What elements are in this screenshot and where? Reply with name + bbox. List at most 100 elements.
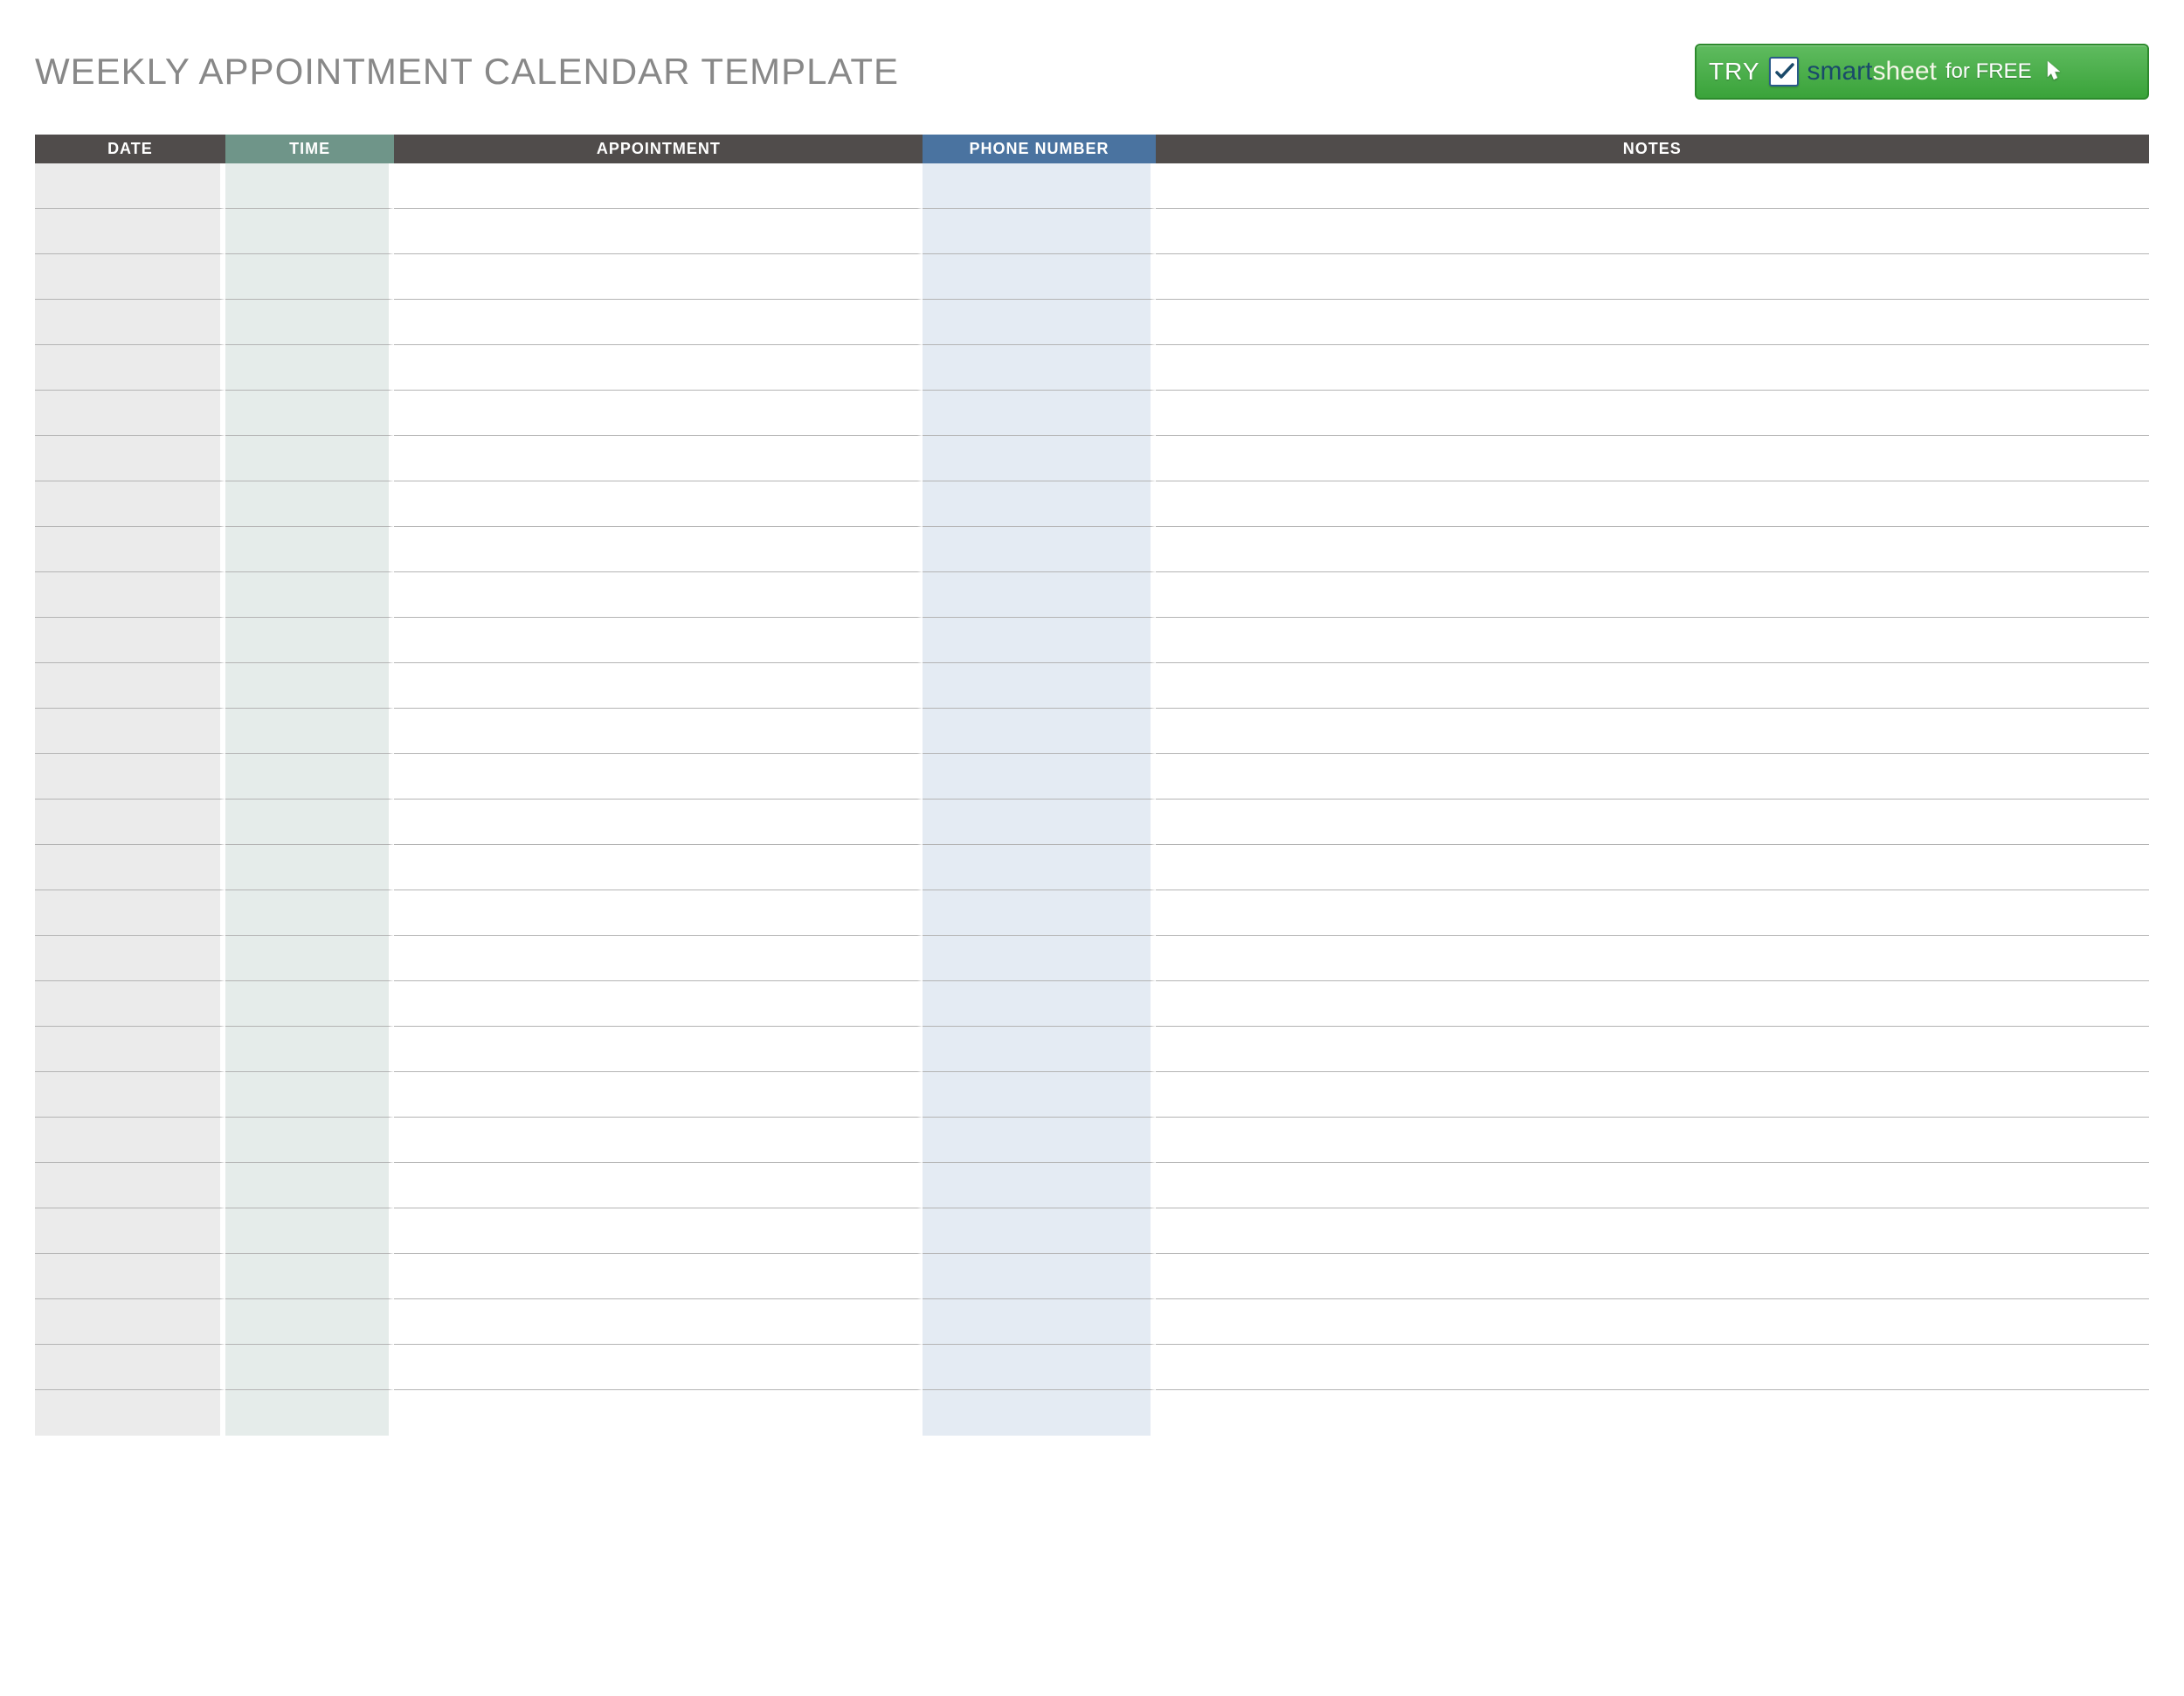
notes-input[interactable] [1163,618,2142,662]
date-input[interactable] [42,709,213,753]
date-input[interactable] [42,391,213,435]
time-input[interactable] [232,209,383,253]
time-input[interactable] [232,481,383,526]
notes-input[interactable] [1163,1345,2142,1389]
appointment-input[interactable] [401,1254,910,1298]
time-input[interactable] [232,527,383,571]
date-input[interactable] [42,618,213,662]
appointment-input[interactable] [401,300,910,344]
appointment-input[interactable] [401,618,910,662]
notes-input[interactable] [1163,1208,2142,1253]
notes-input[interactable] [1163,754,2142,799]
notes-input[interactable] [1163,981,2142,1026]
phone-input[interactable] [930,1345,1143,1389]
notes-input[interactable] [1163,481,2142,526]
phone-input[interactable] [930,1390,1143,1436]
date-input[interactable] [42,663,213,708]
time-input[interactable] [232,391,383,435]
phone-input[interactable] [930,209,1143,253]
notes-input[interactable] [1163,527,2142,571]
date-input[interactable] [42,300,213,344]
phone-input[interactable] [930,163,1143,208]
phone-input[interactable] [930,1072,1143,1117]
notes-input[interactable] [1163,391,2142,435]
phone-input[interactable] [930,890,1143,935]
time-input[interactable] [232,845,383,890]
date-input[interactable] [42,1390,213,1436]
date-input[interactable] [42,1208,213,1253]
appointment-input[interactable] [401,391,910,435]
notes-input[interactable] [1163,436,2142,481]
phone-input[interactable] [930,1027,1143,1071]
phone-input[interactable] [930,1163,1143,1208]
phone-input[interactable] [930,1208,1143,1253]
notes-input[interactable] [1163,1163,2142,1208]
appointment-input[interactable] [401,1027,910,1071]
notes-input[interactable] [1163,1299,2142,1344]
appointment-input[interactable] [401,254,910,299]
appointment-input[interactable] [401,1208,910,1253]
phone-input[interactable] [930,618,1143,662]
time-input[interactable] [232,1299,383,1344]
appointment-input[interactable] [401,1390,910,1436]
appointment-input[interactable] [401,1299,910,1344]
appointment-input[interactable] [401,1118,910,1162]
phone-input[interactable] [930,800,1143,844]
date-input[interactable] [42,981,213,1026]
appointment-input[interactable] [401,1345,910,1389]
notes-input[interactable] [1163,163,2142,208]
time-input[interactable] [232,618,383,662]
time-input[interactable] [232,981,383,1026]
phone-input[interactable] [930,572,1143,617]
time-input[interactable] [232,754,383,799]
time-input[interactable] [232,254,383,299]
date-input[interactable] [42,481,213,526]
appointment-input[interactable] [401,936,910,980]
notes-input[interactable] [1163,209,2142,253]
time-input[interactable] [232,1072,383,1117]
appointment-input[interactable] [401,709,910,753]
appointment-input[interactable] [401,890,910,935]
date-input[interactable] [42,1118,213,1162]
time-input[interactable] [232,1254,383,1298]
notes-input[interactable] [1163,1390,2142,1436]
time-input[interactable] [232,1345,383,1389]
appointment-input[interactable] [401,1072,910,1117]
date-input[interactable] [42,890,213,935]
date-input[interactable] [42,1254,213,1298]
date-input[interactable] [42,527,213,571]
date-input[interactable] [42,209,213,253]
time-input[interactable] [232,1390,383,1436]
appointment-input[interactable] [401,663,910,708]
phone-input[interactable] [930,754,1143,799]
phone-input[interactable] [930,936,1143,980]
time-input[interactable] [232,436,383,481]
phone-input[interactable] [930,845,1143,890]
phone-input[interactable] [930,981,1143,1026]
appointment-input[interactable] [401,845,910,890]
appointment-input[interactable] [401,981,910,1026]
notes-input[interactable] [1163,572,2142,617]
date-input[interactable] [42,1345,213,1389]
appointment-input[interactable] [401,800,910,844]
notes-input[interactable] [1163,663,2142,708]
phone-input[interactable] [930,481,1143,526]
time-input[interactable] [232,1208,383,1253]
time-input[interactable] [232,1027,383,1071]
phone-input[interactable] [930,254,1143,299]
appointment-input[interactable] [401,163,910,208]
time-input[interactable] [232,1163,383,1208]
notes-input[interactable] [1163,300,2142,344]
appointment-input[interactable] [401,436,910,481]
appointment-input[interactable] [401,1163,910,1208]
time-input[interactable] [232,663,383,708]
notes-input[interactable] [1163,709,2142,753]
appointment-input[interactable] [401,481,910,526]
time-input[interactable] [232,709,383,753]
phone-input[interactable] [930,527,1143,571]
date-input[interactable] [42,1163,213,1208]
appointment-input[interactable] [401,572,910,617]
date-input[interactable] [42,254,213,299]
date-input[interactable] [42,1027,213,1071]
time-input[interactable] [232,890,383,935]
